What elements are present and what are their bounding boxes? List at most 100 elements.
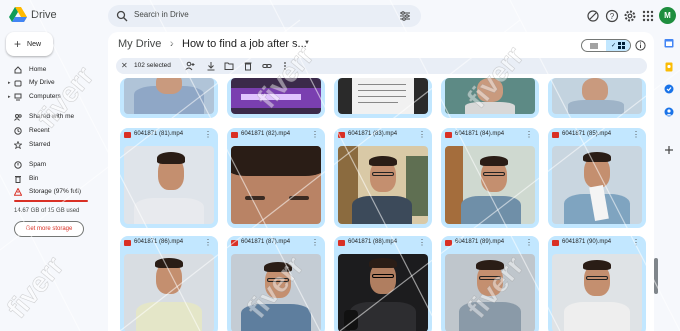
view-toggle[interactable]: ✓ — [581, 39, 631, 52]
more-options-icon[interactable]: ⋮ — [311, 238, 319, 247]
info-icon[interactable] — [635, 40, 646, 51]
more-options-icon[interactable]: ⋮ — [204, 238, 212, 247]
video-thumbnail — [124, 146, 214, 224]
video-thumbnail — [338, 254, 428, 331]
sidebar-item-computers[interactable]: ▸ Computers — [0, 90, 106, 103]
storage-usage-text: 14.67 GB of 15 GB used — [14, 208, 80, 214]
file-card[interactable]: 6041871 (87).mp4 ⋮ — [227, 236, 325, 331]
scrollbar-thumb[interactable] — [654, 258, 658, 294]
drive-logo-icon[interactable] — [9, 7, 27, 23]
more-options-icon[interactable]: ⋮ — [525, 130, 533, 139]
more-options-icon[interactable]: ⋮ — [311, 130, 319, 139]
new-button[interactable]: + New — [6, 32, 53, 56]
get-more-storage-button[interactable]: Get more storage — [14, 221, 84, 237]
video-file-icon — [231, 240, 238, 246]
video-thumbnail — [231, 146, 321, 224]
keep-icon[interactable] — [664, 62, 674, 72]
file-card[interactable]: 6041871 (89).mp4 ⋮ — [441, 236, 539, 331]
account-avatar[interactable]: M — [659, 7, 676, 24]
download-icon[interactable] — [206, 61, 216, 71]
video-thumbnail — [231, 78, 321, 114]
sidebar-item-storage[interactable]: Storage (97% full) — [0, 185, 106, 198]
filter-icon[interactable] — [399, 10, 411, 22]
sidebar-item-spam[interactable]: Spam — [0, 158, 106, 171]
more-options-icon[interactable]: ⋮ — [204, 130, 212, 139]
file-card[interactable]: 6041871 (83).mp4 ⋮ — [334, 128, 432, 228]
video-file-icon — [124, 132, 131, 138]
video-thumbnail — [552, 146, 642, 224]
file-card[interactable]: 6041871 (85).mp4 ⋮ — [548, 128, 646, 228]
settings-gear-icon[interactable] — [623, 9, 637, 23]
file-name: 6041871 (90).mp4 — [562, 239, 612, 245]
main-panel: My Drive › How to find a job after s... … — [108, 32, 654, 331]
file-card-partial[interactable] — [441, 78, 539, 118]
video-file-icon — [231, 132, 238, 138]
sidebar-item-label: Bin — [29, 175, 39, 182]
file-card[interactable]: 6041871 (84).mp4 ⋮ — [441, 128, 539, 228]
file-card[interactable]: 6041871 (90).mp4 ⋮ — [548, 236, 646, 331]
sidebar-item-label: Recent — [29, 127, 50, 134]
sidebar-item-label: Storage (97% full) — [29, 188, 82, 195]
sidebar-item-starred[interactable]: Starred — [0, 138, 106, 151]
search-box[interactable]: Search in Drive — [108, 5, 421, 27]
top-bar: Drive Search in Drive ? M — [0, 0, 680, 32]
sidebar-item-shared[interactable]: Shared with me — [0, 110, 106, 123]
more-options-icon[interactable]: ⋮ — [418, 130, 426, 139]
drive-icon — [14, 80, 22, 87]
breadcrumb-root[interactable]: My Drive — [118, 38, 161, 50]
file-name: 6041871 (86).mp4 — [134, 239, 184, 245]
video-file-icon — [445, 132, 452, 138]
move-to-folder-icon[interactable] — [224, 61, 234, 71]
more-options-icon[interactable]: ⋮ — [525, 238, 533, 247]
sidebar-item-home[interactable]: Home — [0, 63, 106, 76]
sidebar-item-recent[interactable]: Recent — [0, 124, 106, 137]
offline-status-icon[interactable] — [586, 9, 600, 23]
folder-dropdown-icon[interactable]: ▼ — [304, 40, 310, 46]
calendar-icon[interactable] — [664, 38, 674, 48]
apps-grid-icon[interactable] — [641, 9, 655, 23]
sidebar-item-my-drive[interactable]: ▸ My Drive — [0, 76, 106, 89]
file-name: 6041871 (87).mp4 — [241, 239, 291, 245]
video-thumbnail — [338, 146, 428, 224]
file-card-partial[interactable] — [548, 78, 646, 118]
file-card[interactable]: 6041871 (82).mp4 ⋮ — [227, 128, 325, 228]
file-card-partial[interactable] — [120, 78, 218, 118]
file-card[interactable]: 6041871 (88).mp4 ⋮ — [334, 236, 432, 331]
video-file-icon — [445, 240, 452, 246]
svg-text:?: ? — [610, 12, 615, 21]
file-card[interactable]: 6041871 (86).mp4 ⋮ — [120, 236, 218, 331]
more-options-icon[interactable]: ⋮ — [632, 130, 640, 139]
expand-caret-icon[interactable]: ▸ — [8, 94, 11, 100]
more-options-icon[interactable]: ⋮ — [632, 238, 640, 247]
computer-icon — [14, 93, 22, 101]
contacts-icon[interactable] — [664, 107, 674, 117]
copy-link-icon[interactable] — [262, 61, 272, 71]
grid-view-button[interactable]: ✓ — [606, 40, 630, 51]
grid-view-icon — [618, 42, 626, 49]
share-person-add-icon[interactable] — [185, 61, 195, 71]
file-card-partial[interactable] — [227, 78, 325, 118]
more-actions-icon[interactable] — [280, 61, 290, 71]
file-card-partial[interactable] — [334, 78, 432, 118]
add-addon-icon[interactable] — [664, 145, 674, 155]
video-thumbnail — [338, 78, 428, 114]
delete-icon[interactable] — [243, 61, 253, 71]
file-card[interactable]: 6041871 (81).mp4 ⋮ — [120, 128, 218, 228]
breadcrumb-current-folder[interactable]: How to find a job after s... — [182, 38, 307, 50]
expand-caret-icon[interactable]: ▸ — [8, 80, 11, 86]
plus-icon: + — [14, 37, 22, 51]
list-view-button[interactable] — [582, 40, 606, 51]
more-options-icon[interactable]: ⋮ — [418, 238, 426, 247]
help-icon[interactable]: ? — [605, 9, 619, 23]
sidebar-item-label: My Drive — [29, 79, 55, 86]
clear-selection-icon[interactable]: ✕ — [121, 61, 128, 70]
tasks-icon[interactable] — [664, 84, 674, 94]
video-file-icon — [552, 240, 559, 246]
video-thumbnail — [445, 146, 535, 224]
search-input[interactable]: Search in Drive — [134, 10, 189, 19]
video-thumbnail — [552, 254, 642, 331]
video-file-icon — [338, 240, 345, 246]
sidebar-item-bin[interactable]: Bin — [0, 172, 106, 185]
video-file-icon — [124, 240, 131, 246]
video-thumbnail — [124, 78, 214, 114]
